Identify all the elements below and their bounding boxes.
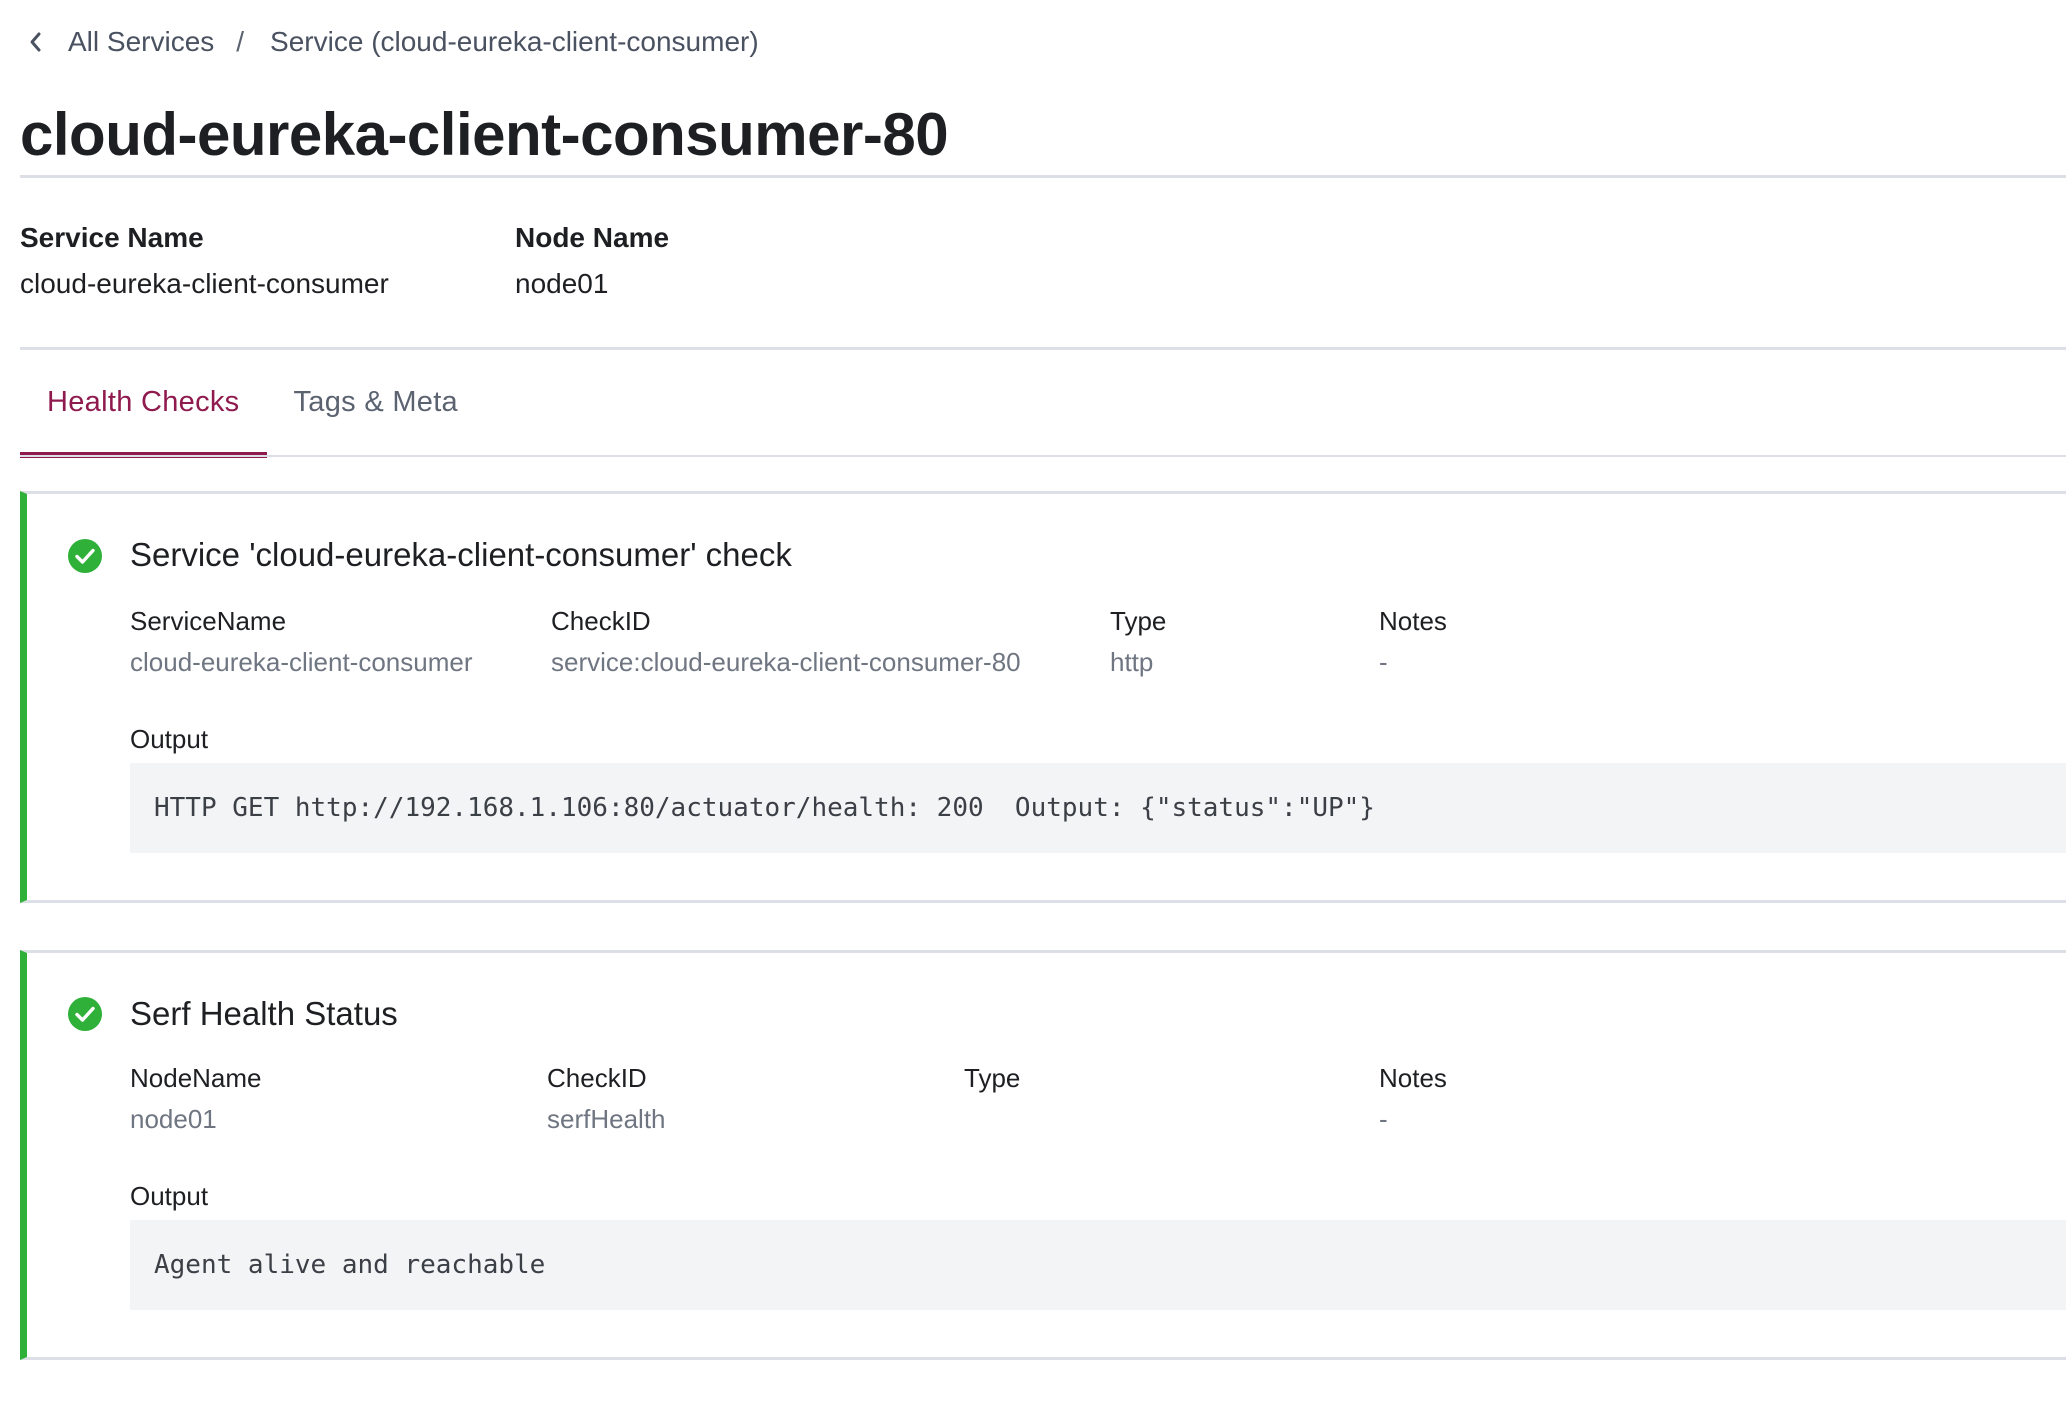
breadcrumb: All Services / Service (cloud-eureka-cli… [28, 26, 759, 58]
title-divider [20, 175, 2066, 178]
service-instance-page: All Services / Service (cloud-eureka-cli… [0, 0, 2066, 1408]
breadcrumb-all-services-link[interactable]: All Services [68, 26, 214, 58]
tab-tags-meta[interactable]: Tags & Meta [267, 378, 486, 456]
output-box[interactable]: HTTP GET http://192.168.1.106:80/actuato… [130, 763, 2066, 853]
field-value: serfHealth [547, 1104, 666, 1134]
tabs-divider [20, 455, 2066, 457]
breadcrumb-current: Service (cloud-eureka-client-consumer) [270, 26, 759, 57]
field-label: NodeName [130, 1063, 262, 1093]
field-label: CheckID [547, 1063, 647, 1093]
service-name-label: Service Name [20, 222, 204, 253]
node-name-label: Node Name [515, 222, 670, 253]
field-value: node01 [130, 1104, 217, 1134]
check-field-type: Type [964, 1063, 1020, 1104]
check-field-notes: Notes - [1379, 606, 1447, 678]
field-value: service:cloud-eureka-client-consumer-80 [551, 647, 1021, 677]
health-check-card: Service 'cloud-eureka-client-consumer' c… [20, 491, 2066, 903]
field-label: Type [964, 1063, 1021, 1093]
field-value: http [1110, 647, 1154, 677]
field-label: CheckID [551, 606, 651, 636]
output-box[interactable]: Agent alive and reachable [130, 1220, 2066, 1310]
tab-bar: Health Checks Tags & Meta [20, 378, 486, 458]
check-field-check-id: CheckID serfHealth [547, 1063, 666, 1135]
check-field-service-name: ServiceName cloud-eureka-client-consumer [130, 606, 472, 678]
check-circle-icon [67, 996, 103, 1032]
field-label: ServiceName [130, 606, 287, 636]
service-name-value: cloud-eureka-client-consumer [20, 268, 389, 299]
node-name-value[interactable]: node01 [515, 268, 669, 300]
page-title: cloud-eureka-client-consumer-80 [20, 101, 949, 168]
breadcrumb-separator: / [236, 26, 245, 57]
service-name-info: Service Name cloud-eureka-client-consume… [20, 222, 389, 300]
field-label: Notes [1379, 606, 1447, 636]
field-value: - [1379, 1104, 1388, 1134]
field-value: - [1379, 647, 1388, 677]
field-value: cloud-eureka-client-consumer [130, 647, 473, 677]
health-check-card: Serf Health Status NodeName node01 Check… [20, 950, 2066, 1360]
check-title: Serf Health Status [130, 995, 398, 1032]
output-label: Output [130, 724, 209, 754]
check-field-node-name: NodeName node01 [130, 1063, 262, 1135]
check-title: Service 'cloud-eureka-client-consumer' c… [130, 536, 792, 573]
check-field-type: Type http [1110, 606, 1166, 678]
field-label: Type [1110, 606, 1167, 636]
output-label: Output [130, 1181, 209, 1211]
node-name-info: Node Name node01 [515, 222, 669, 300]
field-label: Notes [1379, 1063, 1447, 1093]
check-circle-icon [67, 538, 103, 574]
check-field-notes: Notes - [1379, 1063, 1447, 1135]
check-field-check-id: CheckID service:cloud-eureka-client-cons… [551, 606, 1021, 678]
info-divider [20, 347, 2066, 350]
chevron-left-icon[interactable] [28, 28, 46, 56]
tab-health-checks[interactable]: Health Checks [20, 378, 267, 458]
